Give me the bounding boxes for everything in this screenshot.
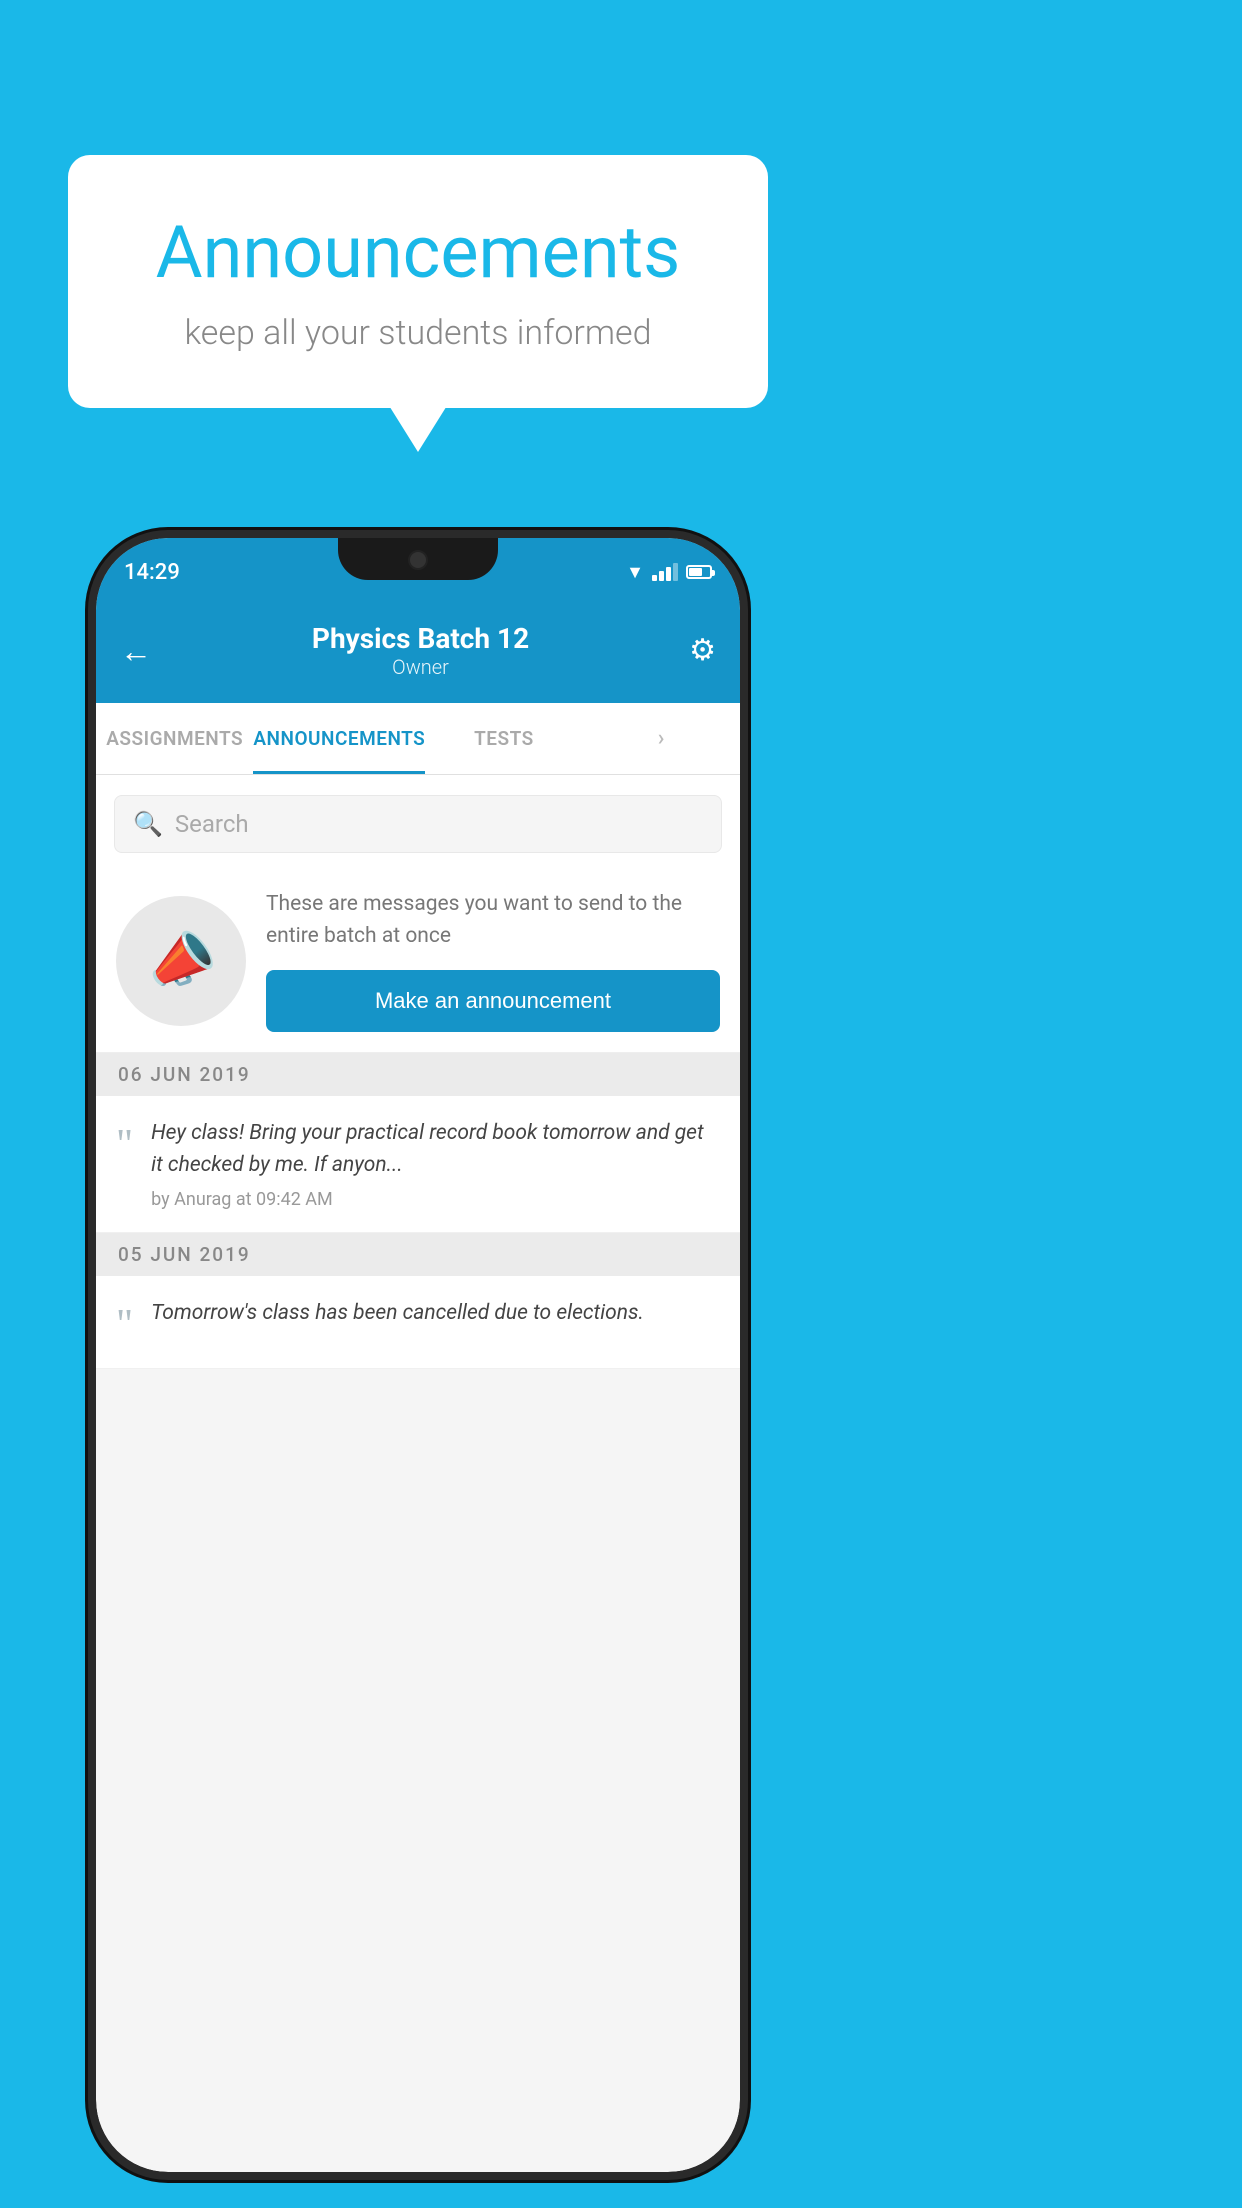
tab-assignments[interactable]: ASSIGNMENTS	[96, 703, 253, 774]
wifi-icon: ▼	[626, 562, 644, 583]
phone-screen: 14:29 ▼	[96, 538, 740, 2172]
announcement-content-2: Tomorrow's class has been cancelled due …	[151, 1298, 644, 1338]
content-area: 🔍 Search 📣 These are messages you want t…	[96, 775, 740, 1369]
bubble-subtitle: keep all your students informed	[128, 313, 708, 353]
search-placeholder: Search	[175, 810, 249, 838]
announcement-item-2[interactable]: " Tomorrow's class has been cancelled du…	[96, 1276, 740, 1369]
speech-bubble-container: Announcements keep all your students inf…	[68, 155, 768, 408]
tab-tests[interactable]: TESTS	[425, 703, 582, 774]
tab-announcements[interactable]: ANNOUNCEMENTS	[253, 703, 425, 774]
promo-right: These are messages you want to send to t…	[266, 889, 720, 1032]
phone-wrapper: 14:29 ▼	[88, 530, 748, 2180]
tab-more[interactable]: ›	[583, 703, 740, 774]
announcement-content-1: Hey class! Bring your practical record b…	[151, 1118, 720, 1210]
promo-card: 📣 These are messages you want to send to…	[96, 869, 740, 1053]
quote-icon-1: "	[116, 1124, 133, 1166]
date-separator-2: 05 JUN 2019	[96, 1233, 740, 1276]
signal-icon	[652, 563, 678, 581]
speech-bubble: Announcements keep all your students inf…	[68, 155, 768, 408]
make-announcement-button[interactable]: Make an announcement	[266, 970, 720, 1032]
phone-power-button	[744, 858, 748, 988]
status-icons: ▼	[626, 562, 712, 583]
back-button[interactable]: ←	[120, 632, 152, 670]
quote-icon-2: "	[116, 1304, 133, 1346]
header-center: Physics Batch 12 Owner	[312, 622, 529, 679]
tabs-container: ASSIGNMENTS ANNOUNCEMENTS TESTS ›	[96, 703, 740, 775]
phone-frame: 14:29 ▼	[88, 530, 748, 2180]
batch-title: Physics Batch 12	[312, 622, 529, 655]
phone-volume-down-button	[88, 918, 92, 998]
settings-icon[interactable]: ⚙	[689, 633, 716, 668]
app-header: ← Physics Batch 12 Owner ⚙	[96, 598, 740, 703]
announcement-text-1: Hey class! Bring your practical record b…	[151, 1118, 720, 1181]
status-time: 14:29	[124, 560, 180, 585]
date-separator-1: 06 JUN 2019	[96, 1053, 740, 1096]
bubble-title: Announcements	[128, 210, 708, 295]
phone-volume-up-button	[88, 818, 92, 898]
promo-icon-circle: 📣	[116, 896, 246, 1026]
announcement-item-1[interactable]: " Hey class! Bring your practical record…	[96, 1096, 740, 1233]
batch-role: Owner	[312, 655, 529, 679]
megaphone-icon: 📣	[139, 920, 223, 1002]
search-icon: 🔍	[133, 810, 163, 838]
search-bar[interactable]: 🔍 Search	[114, 795, 722, 853]
battery-icon	[686, 565, 712, 579]
announcement-meta-1: by Anurag at 09:42 AM	[151, 1189, 720, 1210]
announcement-text-2: Tomorrow's class has been cancelled due …	[151, 1298, 644, 1330]
promo-description: These are messages you want to send to t…	[266, 889, 720, 952]
phone-camera	[408, 550, 428, 570]
phone-notch	[338, 538, 498, 580]
